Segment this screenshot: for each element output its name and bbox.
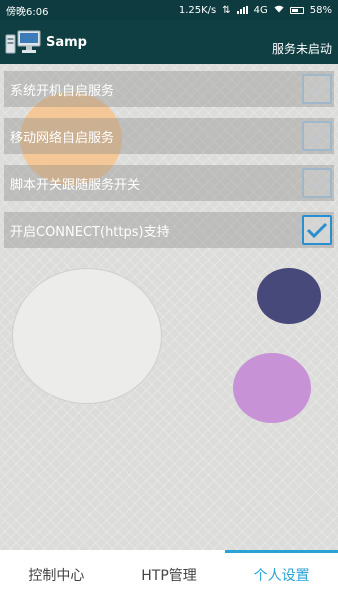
- connect-https-checkbox[interactable]: [302, 215, 332, 245]
- tab-personal-settings[interactable]: 个人设置: [225, 550, 338, 600]
- white-circle-decoration: [12, 268, 162, 404]
- setting-row-mobile-network-autostart[interactable]: 移动网络自启服务: [4, 118, 334, 154]
- net-speed: 1.25K/s: [178, 4, 217, 16]
- app-bar-left: Samp: [4, 29, 87, 55]
- setting-label: 移动网络自启服务: [10, 130, 115, 146]
- status-bar: 傍晚6:06 1.25K/s ⇅ 4G 58%: [0, 0, 338, 20]
- setting-label: 系统开机自启服务: [10, 83, 115, 99]
- setting-row-script-follow-service[interactable]: 脚本开关跟随服务开关: [4, 165, 334, 201]
- mobile-network-autostart-checkbox[interactable]: [302, 121, 332, 151]
- app-bar: Samp 服务未启动: [0, 20, 338, 64]
- data-transfer-icon: ⇅: [222, 4, 231, 16]
- setting-label: 脚本开关跟随服务开关: [10, 177, 141, 193]
- tab-control-center[interactable]: 控制中心: [0, 550, 113, 600]
- script-follow-service-checkbox[interactable]: [302, 168, 332, 198]
- tab-htp-management[interactable]: HTP管理: [113, 550, 226, 600]
- app-title: Samp: [46, 34, 87, 50]
- setting-row-connect-https[interactable]: 开启CONNECT(https)支持: [4, 212, 334, 248]
- signal-icon: [236, 6, 248, 14]
- setting-row-boot-autostart[interactable]: 系统开机自启服务: [4, 71, 334, 107]
- navy-circle-decoration: [257, 268, 321, 324]
- setting-label: 开启CONNECT(https)支持: [10, 224, 170, 240]
- status-indicators: 1.25K/s ⇅ 4G 58%: [179, 5, 332, 16]
- server-computer-icon: [4, 29, 42, 55]
- service-status-text: 服务未启动: [271, 41, 332, 56]
- network-type: 4G: [253, 4, 268, 16]
- wifi-icon: [274, 5, 284, 16]
- purple-circle-decoration: [233, 353, 311, 423]
- battery-percent: 58%: [309, 4, 332, 16]
- bottom-navigation: 控制中心 HTP管理 个人设置: [0, 550, 338, 600]
- status-time: 傍晚6:06: [6, 6, 49, 18]
- boot-autostart-checkbox[interactable]: [302, 74, 332, 104]
- battery-icon: [289, 6, 304, 14]
